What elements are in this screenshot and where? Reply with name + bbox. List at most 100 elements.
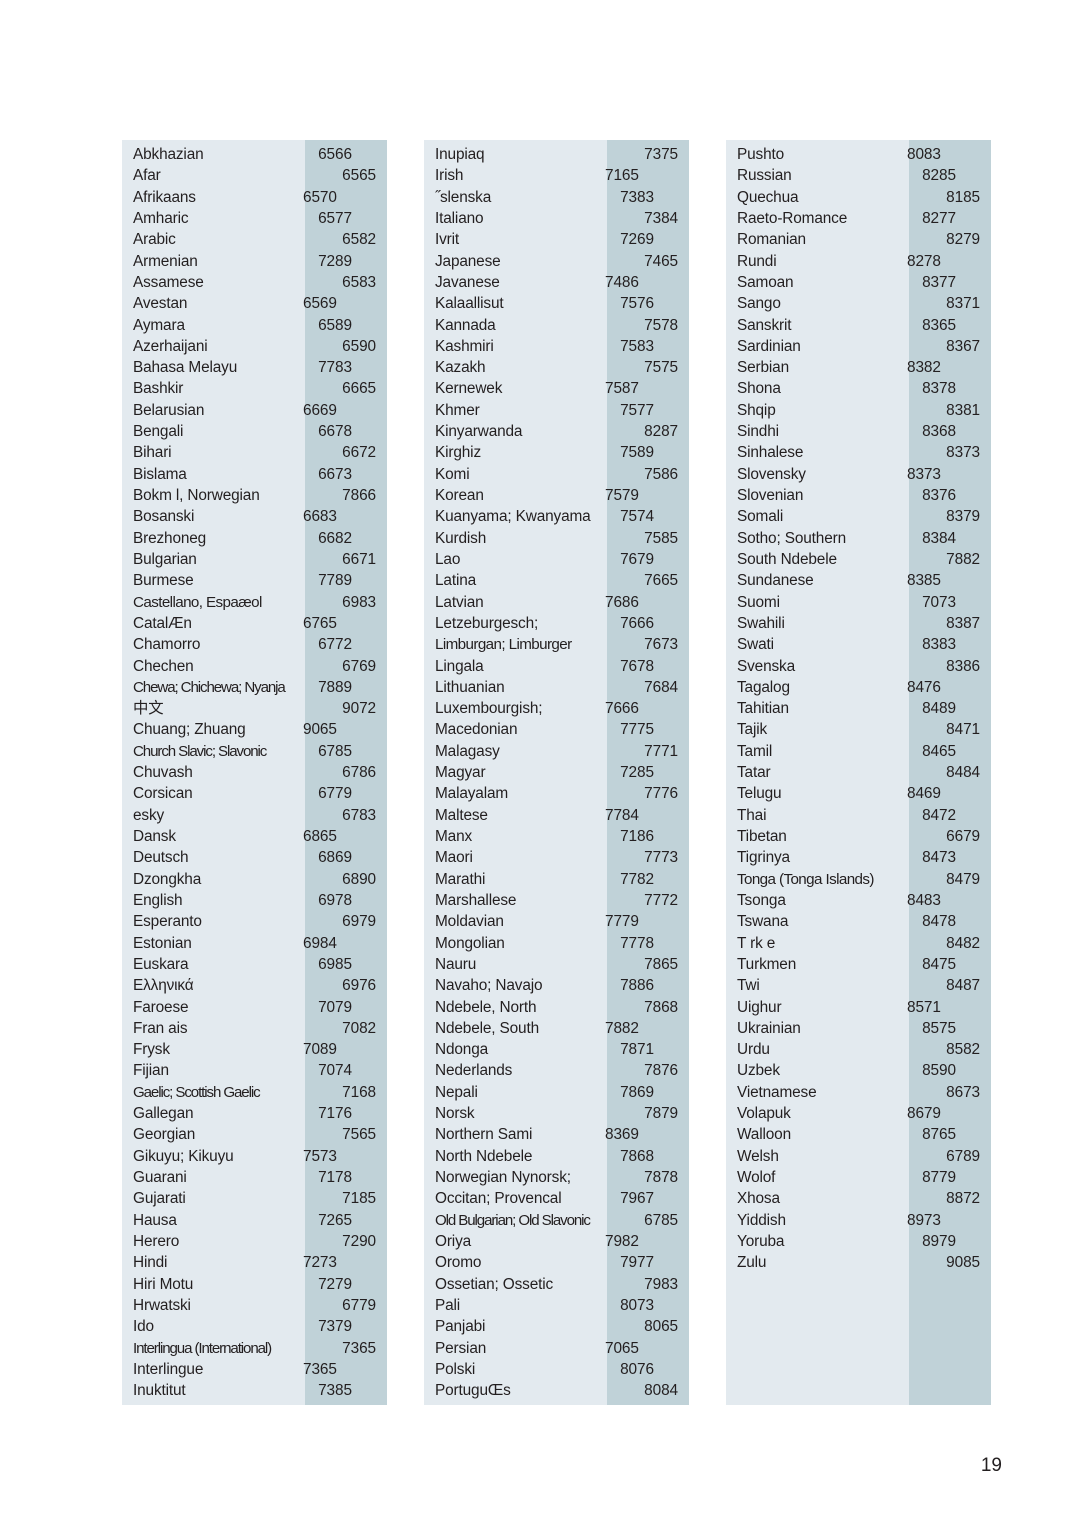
language-code: 6779 (318, 785, 352, 803)
table-row: Burmese 7789 (122, 570, 387, 591)
table-row: Shqip 8381 (726, 400, 991, 421)
language-code: 8083 (907, 146, 941, 163)
language-name: Fijian (133, 1062, 169, 1080)
table-row: Limburgan; Limburger 7673 (424, 634, 689, 655)
language-name: Herero (133, 1232, 180, 1250)
language-name: Bashkir (133, 380, 184, 398)
table-row: Mongolian 7778 (424, 933, 689, 954)
table-row: Tagalog 8476 (726, 677, 991, 698)
language-code: 6673 (318, 465, 352, 483)
language-code: 8386 (946, 657, 980, 675)
language-name: Yiddish (737, 1211, 786, 1229)
language-code: 8278 (907, 252, 941, 270)
language-name: 中文 (133, 700, 164, 718)
language-code: 7365 (342, 1339, 376, 1357)
table-row: Raeto-Romance 8277 (726, 208, 991, 229)
language-code: 9065 (303, 721, 337, 739)
language-name: Telugu (737, 785, 782, 803)
table-row: Deutsch 6869 (122, 847, 387, 868)
table-row: 中文 9072 (122, 698, 387, 719)
language-name: Kannada (435, 316, 496, 334)
language-name: Navaho; Navajo (435, 977, 543, 995)
language-name: Kirghiz (435, 444, 481, 462)
language-name: esky (133, 806, 165, 824)
language-code: 7165 (605, 167, 639, 185)
table-row: Latina 7665 (424, 570, 689, 591)
language-name: Avestan (133, 295, 188, 313)
table-row: Lingala 7678 (424, 656, 689, 677)
table-row: Chewa; Chichewa; Nyanja 7889 (122, 677, 387, 698)
language-name: Pali (435, 1296, 461, 1314)
language-code: 6785 (644, 1211, 678, 1229)
language-code: 7575 (644, 359, 678, 377)
language-code: 8487 (946, 977, 980, 995)
language-code: 7882 (605, 1019, 639, 1037)
language-code: 7784 (605, 806, 639, 824)
table-row: Nepali 7869 (424, 1082, 689, 1103)
language-code: 8385 (907, 572, 941, 590)
language-name: Slovenian (737, 487, 804, 504)
language-name: Shqip (737, 401, 776, 419)
language-code: 7379 (318, 1318, 352, 1336)
language-name: Kurdish (435, 529, 487, 547)
language-code: 7465 (644, 252, 678, 270)
language-code: 7573 (303, 1147, 337, 1165)
table-row: Swahili 8387 (726, 613, 991, 634)
language-name: Hiri Motu (133, 1275, 194, 1293)
language-code: 7384 (644, 209, 678, 227)
language-code: 8482 (946, 934, 980, 952)
language-name: Dzongkha (133, 870, 202, 888)
table-row: Tigrinya 8473 (726, 847, 991, 868)
table-row: Chuang; Zhuang 9065 (122, 719, 387, 740)
table-row: Corsican 6779 (122, 783, 387, 804)
language-code: 7578 (644, 316, 678, 334)
language-name: Ivrit (435, 231, 460, 249)
table-row: Kinyarwanda 8287 (424, 421, 689, 442)
language-code: 6783 (342, 806, 376, 824)
language-name: Norwegian Nynorsk; (435, 1169, 571, 1186)
language-code: 7565 (342, 1126, 376, 1144)
language-code: 7574 (620, 508, 654, 526)
language-name: Suomi (737, 593, 780, 611)
language-name: Nepali (435, 1083, 478, 1101)
language-code: 7666 (620, 614, 654, 632)
table-row: Navaho; Navajo 7886 (424, 975, 689, 996)
table-row: Panjabi 8065 (424, 1316, 689, 1337)
language-code: 6869 (318, 849, 352, 867)
language-code: 8367 (946, 337, 980, 355)
table-row: CatalÆn 6765 (122, 613, 387, 634)
language-name: Tibetan (737, 828, 787, 845)
table-row: Inuktitut 7385 (122, 1380, 387, 1401)
language-name: Urdu (737, 1041, 770, 1059)
language-name: Frysk (133, 1041, 170, 1059)
table-row: Shona 8378 (726, 378, 991, 399)
table-row: Uighur 8571 (726, 997, 991, 1018)
table-row: Kalaallisut 7576 (424, 293, 689, 314)
language-name: Svenska (737, 657, 795, 675)
table-row: Javanese 7486 (424, 272, 689, 293)
table-row: Marshallese 7772 (424, 890, 689, 911)
table-row: Yiddish 8973 (726, 1210, 991, 1231)
table-row: Kurdish 7585 (424, 528, 689, 549)
table-row: Faroese 7079 (122, 997, 387, 1018)
language-code: 8381 (946, 401, 980, 419)
language-code: 8378 (922, 380, 956, 398)
language-code: 7168 (342, 1083, 376, 1101)
language-code: 7866 (342, 487, 376, 504)
language-code: 7773 (644, 849, 678, 867)
language-code: 7577 (620, 401, 654, 419)
language-name: Bengali (133, 423, 184, 441)
table-row: Wolof 8779 (726, 1167, 991, 1188)
language-name: Swati (737, 636, 774, 654)
table-row: Uzbek 8590 (726, 1060, 991, 1081)
language-code: 7176 (318, 1105, 352, 1123)
language-code: 8465 (922, 742, 956, 760)
table-row: Ndonga 7871 (424, 1039, 689, 1060)
table-row: PortuguŒs 8084 (424, 1380, 689, 1401)
language-code: 8371 (946, 295, 980, 313)
language-name: Corsican (133, 785, 193, 803)
language-name: Armenian (133, 252, 198, 270)
table-row: Letzeburgesch; 7666 (424, 613, 689, 634)
language-name: North Ndebele (435, 1147, 533, 1165)
language-code: 7879 (644, 1105, 678, 1123)
